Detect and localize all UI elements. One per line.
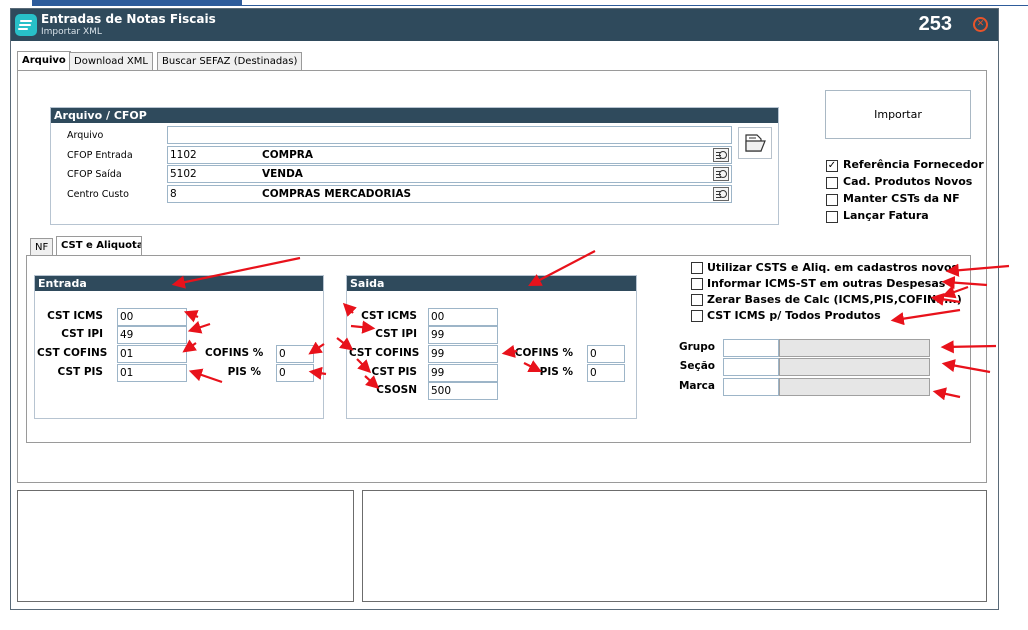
saida-cst-pis-label: CST PIS [371, 366, 417, 378]
app-logo-icon [15, 14, 37, 36]
cst-icms-todos-checkbox[interactable] [691, 310, 703, 322]
subtab-cst-aliquota[interactable]: CST e Aliquota [56, 236, 142, 256]
arquivo-cfop-header: Arquivo / CFOP [51, 108, 778, 123]
cfop-entrada-label: CFOP Entrada [67, 150, 133, 161]
saida-cst-icms-label: CST ICMS [361, 310, 417, 322]
entrada-pis-pct-label: PIS % [227, 366, 261, 378]
utilizar-csts-checkbox[interactable] [691, 262, 703, 274]
referencia-fornecedor-checkbox[interactable]: ✓ [826, 160, 838, 172]
centro-custo-search-icon[interactable] [713, 187, 729, 201]
saida-cofins-pct-field[interactable]: 0 [587, 345, 625, 363]
subtab-nf[interactable]: NF [30, 238, 54, 256]
title-bar: Entradas de Notas Fiscais Importar XML 2… [11, 9, 998, 41]
saida-cst-ipi-label: CST IPI [375, 328, 417, 340]
importar-button[interactable]: Importar [825, 90, 971, 139]
marca-desc-field [779, 378, 930, 396]
saida-pis-pct-label: PIS % [539, 366, 573, 378]
centro-custo-label: Centro Custo [67, 189, 129, 200]
main-window: Entradas de Notas Fiscais Importar XML 2… [10, 8, 999, 610]
window-subtitle: Importar XML [41, 27, 102, 37]
cst-aliquota-panel: Entrada CST ICMS 00 CST IPI 49 CST COFIN… [26, 255, 971, 443]
entrada-cst-ipi-field[interactable]: 49 [117, 326, 187, 344]
cfop-entrada-search-icon[interactable] [713, 148, 729, 162]
tab-arquivo[interactable]: Arquivo [17, 51, 71, 71]
secao-label: Seção [679, 360, 715, 372]
top-strip [0, 0, 1028, 8]
marca-label: Marca [678, 380, 715, 392]
centro-custo-field[interactable]: 8 COMPRAS MERCADORIAS [167, 185, 732, 203]
window-number: 253 [918, 13, 952, 35]
entrada-cst-pis-field[interactable]: 01 [117, 364, 187, 382]
saida-cst-pis-field[interactable]: 99 [428, 364, 498, 382]
entrada-cst-cofins-field[interactable]: 01 [117, 345, 187, 363]
lancar-fatura-checkbox[interactable] [826, 211, 838, 223]
cfop-saida-label: CFOP Saída [67, 169, 122, 180]
open-file-button[interactable] [738, 127, 772, 159]
saida-csosn-label: CSOSN [376, 384, 417, 396]
saida-cst-cofins-label: CST COFINS [349, 347, 420, 359]
close-icon[interactable]: ✕ [973, 17, 988, 32]
zerar-bases-checkbox[interactable] [691, 294, 703, 306]
saida-cst-ipi-field[interactable]: 99 [428, 326, 498, 344]
cfop-saida-search-icon[interactable] [713, 167, 729, 181]
arquivo-panel: Arquivo / CFOP Arquivo CFOP Entrada 1102… [17, 70, 987, 483]
grupo-label: Grupo [678, 341, 715, 353]
manter-csts-checkbox[interactable] [826, 194, 838, 206]
entrada-cst-pis-label: CST PIS [57, 366, 103, 378]
entrada-group: Entrada CST ICMS 00 CST IPI 49 CST COFIN… [34, 275, 324, 419]
arquivo-field[interactable] [167, 126, 732, 144]
saida-csosn-field[interactable]: 500 [428, 382, 498, 400]
entrada-cst-cofins-label: CST COFINS [37, 347, 108, 359]
cfop-entrada-field[interactable]: 1102 COMPRA [167, 146, 732, 164]
arquivo-label: Arquivo [67, 130, 104, 141]
saida-cst-cofins-field[interactable]: 99 [428, 345, 498, 363]
saida-pis-pct-field[interactable]: 0 [587, 364, 625, 382]
secao-code-field[interactable] [723, 358, 779, 376]
bottom-left-pane [17, 490, 354, 602]
grupo-desc-field [779, 339, 930, 357]
entrada-cst-icms-field[interactable]: 00 [117, 308, 187, 326]
saida-group: Saida CST ICMS 00 CST IPI 99 CST COFINS … [346, 275, 637, 419]
entrada-cst-icms-label: CST ICMS [47, 310, 103, 322]
bottom-right-pane [362, 490, 987, 602]
entrada-cofins-pct-label: COFINS % [205, 347, 264, 359]
window-title: Entradas de Notas Fiscais [41, 12, 216, 26]
entrada-cofins-pct-field[interactable]: 0 [276, 345, 314, 363]
tab-buscar-sefaz[interactable]: Buscar SEFAZ (Destinadas) [157, 52, 303, 70]
informar-icms-st-checkbox[interactable] [691, 278, 703, 290]
tab-download-xml[interactable]: Download XML [69, 52, 153, 70]
secao-desc-field [779, 358, 930, 376]
grupo-code-field[interactable] [723, 339, 779, 357]
marca-code-field[interactable] [723, 378, 779, 396]
entrada-header: Entrada [35, 276, 323, 291]
open-folder-icon [745, 134, 766, 152]
cfop-saida-field[interactable]: 5102 VENDA [167, 165, 732, 183]
entrada-pis-pct-field[interactable]: 0 [276, 364, 314, 382]
saida-cofins-pct-label: COFINS % [514, 347, 573, 359]
arquivo-cfop-group: Arquivo / CFOP Arquivo CFOP Entrada 1102… [50, 107, 779, 225]
cad-produtos-novos-checkbox[interactable] [826, 177, 838, 189]
entrada-cst-ipi-label: CST IPI [61, 328, 103, 340]
saida-header: Saida [347, 276, 636, 291]
saida-cst-icms-field[interactable]: 00 [428, 308, 498, 326]
